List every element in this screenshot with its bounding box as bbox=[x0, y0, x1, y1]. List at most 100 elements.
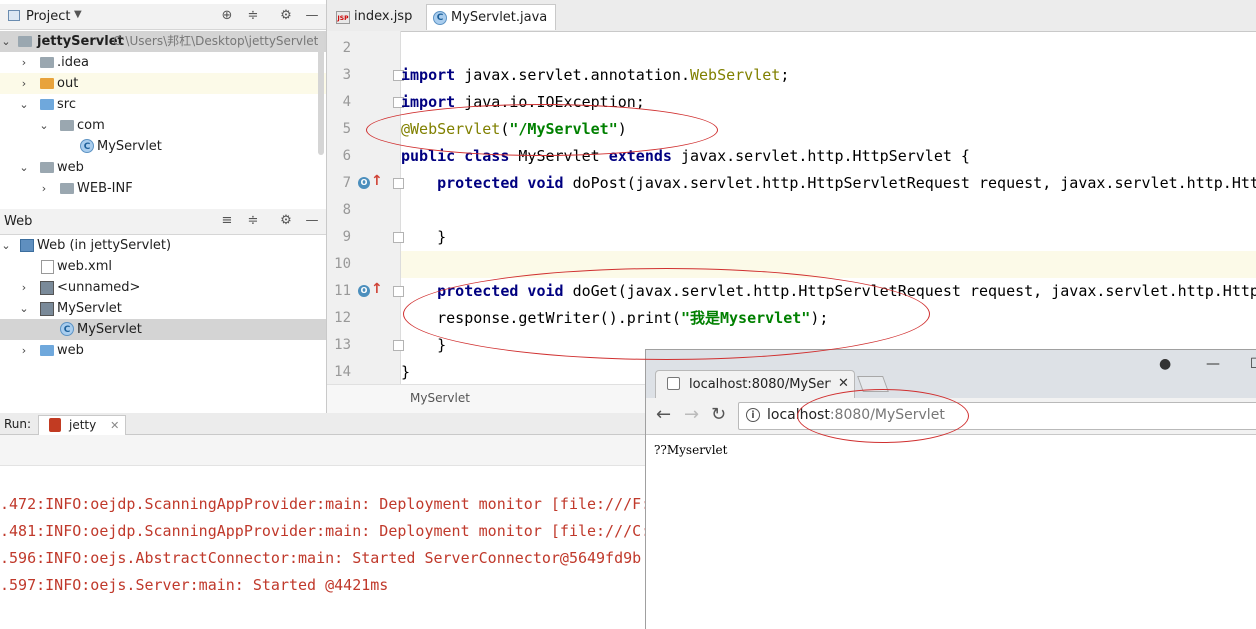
chevron-right-icon[interactable]: › bbox=[18, 52, 30, 73]
left-tool-window: Project ▼ ⊕ ≑ ⚙ — ⌄ jettyServlet C:\User… bbox=[0, 0, 327, 413]
tree-item-src[interactable]: ⌄ src bbox=[0, 94, 326, 115]
gear-icon[interactable]: ⚙ bbox=[278, 8, 294, 24]
line-number: 11 bbox=[334, 283, 351, 299]
project-scrollbar[interactable] bbox=[318, 31, 324, 155]
chevron-right-icon[interactable]: › bbox=[18, 340, 30, 361]
tree-item-myservlet-selected[interactable]: C MyServlet bbox=[0, 319, 326, 340]
chevron-down-icon[interactable]: ⌄ bbox=[38, 115, 50, 136]
code-line-3: import javax.servlet.annotation.WebServl… bbox=[401, 62, 1256, 89]
package-icon bbox=[60, 120, 74, 131]
back-icon[interactable]: ← bbox=[656, 405, 671, 425]
jsp-file-icon: JSP bbox=[336, 11, 350, 24]
tree-item-myservlet-servlet[interactable]: ⌄ MyServlet bbox=[0, 298, 326, 319]
info-icon[interactable]: i bbox=[746, 408, 760, 422]
page-icon bbox=[667, 377, 680, 390]
tree-item-myservlet-class[interactable]: C MyServlet bbox=[0, 136, 326, 157]
code-string: "我是Myservlet" bbox=[680, 309, 811, 327]
code-keyword: import bbox=[401, 66, 456, 84]
run-tab-jetty[interactable]: jetty ✕ bbox=[38, 415, 127, 435]
new-tab-button[interactable] bbox=[857, 376, 889, 392]
hide-panel-icon[interactable]: — bbox=[304, 8, 320, 24]
line-number: 8 bbox=[342, 202, 351, 218]
code-annotation: @WebServlet bbox=[401, 120, 501, 138]
code-area[interactable]: import javax.servlet.annotation.WebServl… bbox=[401, 31, 1256, 384]
chevron-down-icon[interactable]: ⌄ bbox=[0, 31, 12, 52]
maximize-icon[interactable]: ☐ bbox=[1250, 356, 1256, 372]
code-text: MyServlet bbox=[509, 147, 609, 165]
line-number: 13 bbox=[334, 337, 351, 353]
chevron-right-icon[interactable]: › bbox=[18, 277, 30, 298]
chevron-right-icon[interactable]: › bbox=[38, 178, 50, 199]
tree-item-label: .idea bbox=[57, 55, 89, 70]
tree-item-com[interactable]: ⌄ com bbox=[0, 115, 326, 136]
line-number: 6 bbox=[342, 148, 351, 164]
tree-item-label: web.xml bbox=[57, 259, 112, 274]
code-keyword: protected void bbox=[437, 174, 564, 192]
tree-item-label: <unnamed> bbox=[57, 280, 141, 295]
close-icon[interactable]: ✕ bbox=[110, 419, 119, 432]
code-line-10-caret bbox=[401, 251, 1256, 278]
breadcrumb-item[interactable]: MyServlet bbox=[410, 391, 470, 405]
browser-page: ??Myservlet bbox=[646, 435, 1256, 629]
browser-toolbar: ← → ↻ i localhost:8080/MyServlet bbox=[646, 398, 1256, 435]
tree-item-web-facet[interactable]: ⌄ Web (in jettyServlet) bbox=[0, 235, 326, 256]
tab-myservlet-java[interactable]: C MyServlet.java bbox=[426, 4, 556, 30]
override-method-icon[interactable]: O bbox=[358, 285, 370, 297]
hide-panel-icon[interactable]: — bbox=[304, 213, 320, 229]
servlet-icon bbox=[40, 302, 54, 316]
tree-item-unnamed[interactable]: › <unnamed> bbox=[0, 277, 326, 298]
code-text: ) bbox=[617, 120, 627, 138]
code-line-11: protected void doGet(javax.servlet.http.… bbox=[401, 278, 1256, 305]
collapse-all-icon[interactable]: ≑ bbox=[245, 213, 261, 229]
log-line: .481:INFO:oejdp.ScanningAppProvider:main… bbox=[0, 522, 651, 540]
editor-tab-bar: JSP index.jsp C MyServlet.java bbox=[327, 0, 1256, 32]
tree-item-path: C:\Users\邦杠\Desktop\jettyServlet bbox=[113, 34, 319, 48]
tree-item-label: MyServlet bbox=[97, 139, 162, 154]
expand-all-icon[interactable]: ≡ bbox=[219, 213, 235, 229]
line-number: 7 bbox=[342, 175, 351, 191]
tree-item-web[interactable]: ⌄ web bbox=[0, 157, 326, 178]
close-icon[interactable]: ✕ bbox=[838, 376, 849, 391]
code-text: java.io.IOException; bbox=[455, 93, 645, 111]
project-panel-title[interactable]: Project bbox=[26, 9, 70, 24]
code-keyword: protected void bbox=[437, 282, 564, 300]
code-text: } bbox=[437, 336, 447, 354]
chevron-down-icon[interactable]: ⌄ bbox=[18, 157, 30, 178]
collapse-all-icon[interactable]: ≑ bbox=[245, 8, 261, 24]
tree-item-web-inf[interactable]: › WEB-INF bbox=[0, 178, 326, 199]
tree-item-jettyservlet[interactable]: ⌄ jettyServlet C:\Users\邦杠\Desktop\jetty… bbox=[0, 31, 326, 52]
chevron-down-icon[interactable]: ▼ bbox=[74, 9, 82, 20]
tree-item-web-xml[interactable]: web.xml bbox=[0, 256, 326, 277]
tree-item-idea[interactable]: › .idea bbox=[0, 52, 326, 73]
minimize-icon[interactable]: — bbox=[1206, 356, 1220, 372]
chevron-down-icon[interactable]: ⌄ bbox=[18, 94, 30, 115]
line-number: 2 bbox=[342, 40, 351, 56]
browser-tab[interactable]: localhost:8080/MyServlet ✕ bbox=[655, 370, 855, 398]
tree-item-label: WEB-INF bbox=[77, 181, 133, 196]
locate-icon[interactable]: ⊕ bbox=[219, 8, 235, 24]
tab-index-jsp[interactable]: JSP index.jsp bbox=[330, 4, 422, 30]
chevron-down-icon[interactable]: ⌄ bbox=[0, 235, 12, 256]
tree-item-out[interactable]: › out bbox=[0, 73, 326, 94]
reload-icon[interactable]: ↻ bbox=[711, 405, 726, 425]
xml-file-icon bbox=[41, 260, 54, 274]
override-method-icon[interactable]: O bbox=[358, 177, 370, 189]
address-bar[interactable]: i localhost:8080/MyServlet bbox=[738, 402, 1256, 430]
forward-icon[interactable]: → bbox=[684, 405, 699, 425]
tree-item-web-root[interactable]: › web bbox=[0, 340, 326, 361]
line-number: 10 bbox=[334, 256, 351, 272]
gear-icon[interactable]: ⚙ bbox=[278, 213, 294, 229]
chevron-right-icon[interactable]: › bbox=[18, 73, 30, 94]
line-number: 12 bbox=[334, 310, 351, 326]
code-line-12: response.getWriter().print("我是Myservlet"… bbox=[401, 305, 1256, 332]
chevron-down-icon[interactable]: ⌄ bbox=[18, 298, 30, 319]
browser-tab-strip: localhost:8080/MyServlet ✕ ● — ☐ bbox=[646, 350, 1256, 398]
line-number: 4 bbox=[342, 94, 351, 110]
code-annotation: WebServlet bbox=[690, 66, 781, 84]
tree-item-label: com bbox=[77, 118, 105, 133]
profile-icon[interactable]: ● bbox=[1159, 356, 1171, 372]
code-text: ; bbox=[780, 66, 790, 84]
folder-icon bbox=[18, 36, 32, 47]
jetty-icon bbox=[49, 418, 61, 432]
